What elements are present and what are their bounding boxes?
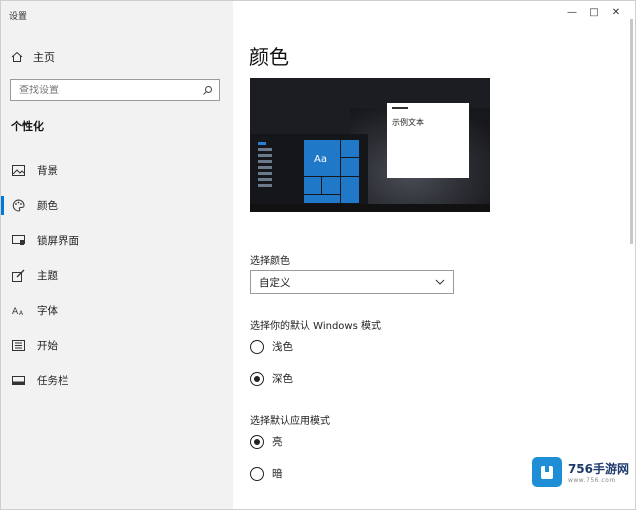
windows-mode-label: 选择你的默认 Windows 模式 [250,321,381,332]
sidebar-item-label: 任务栏 [37,375,69,387]
choose-color-dropdown[interactable]: 自定义 [250,270,454,294]
radio-app-dark[interactable]: 暗 [250,466,283,481]
sidebar-item-label: 背景 [37,165,58,177]
section-title: 个性化 [11,120,44,133]
settings-window: 设置 主页 个性化 背景 颜色 锁屏界面 主题 [0,0,636,510]
radio-windows-dark[interactable]: 深色 [250,371,293,386]
radio-button-selected[interactable] [250,434,264,449]
sidebar-nav: 背景 颜色 锁屏界面 主题 AA 字体 开始 任务栏 [1,153,233,398]
home-icon [11,51,23,62]
preview-sample-text: 示例文本 [392,118,424,127]
sidebar-item-label: 锁屏界面 [37,235,79,247]
chevron-down-icon [435,279,445,285]
start-menu-icon [11,339,25,353]
preview-sample-window: 示例文本 [387,103,469,178]
radio-label: 深色 [272,373,293,385]
watermark-subtitle: www.756.com [567,477,616,484]
sidebar-item-lock-screen[interactable]: 锁屏界面 [1,223,233,258]
radio-label: 暗 [272,468,283,480]
svg-text:A: A [19,310,24,316]
radio-app-light[interactable]: 亮 [250,434,283,449]
watermark-logo-icon [531,457,562,487]
radio-label: 亮 [272,436,283,448]
search-icon[interactable] [202,85,213,96]
svg-text:A: A [12,307,19,316]
maximize-button[interactable]: □ [583,5,605,19]
sidebar-item-themes[interactable]: 主题 [1,258,233,293]
preview-start-list [258,142,278,190]
home-label: 主页 [33,51,55,64]
preview-taskbar [250,204,490,212]
search-input[interactable] [19,84,189,96]
sidebar-item-colors[interactable]: 颜色 [1,188,233,223]
home-nav-item[interactable]: 主页 [11,49,55,65]
sidebar-item-background[interactable]: 背景 [1,153,233,188]
app-mode-label: 选择默认应用模式 [250,416,330,427]
lock-screen-icon [11,234,25,248]
sidebar-item-fonts[interactable]: AA 字体 [1,293,233,328]
sidebar-item-start[interactable]: 开始 [1,328,233,363]
preview-tiles: Aa [304,140,359,203]
page-title: 颜色 [249,45,289,69]
sidebar-item-label: 颜色 [37,200,58,212]
watermark-title: 756手游网 [567,462,629,476]
color-preview: Aa 示例文本 [250,78,490,212]
sidebar-item-label: 开始 [37,340,58,352]
sidebar-item-label: 字体 [37,305,58,317]
watermark: 756手游网 www.756.com [531,457,629,487]
preview-tile-text: Aa [314,154,327,165]
sidebar-item-taskbar[interactable]: 任务栏 [1,363,233,398]
dropdown-value: 自定义 [259,276,291,289]
search-box[interactable] [10,79,220,101]
radio-button[interactable] [250,339,264,354]
radio-button-selected[interactable] [250,371,264,386]
taskbar-icon [11,374,25,388]
brush-icon [11,269,25,283]
picture-icon [11,164,25,178]
minimize-button[interactable]: — [561,5,583,19]
sidebar: 设置 主页 个性化 背景 颜色 锁屏界面 主题 [1,1,233,509]
window-controls: — □ ✕ [561,5,627,19]
main-content: — □ ✕ 颜色 Aa 示例文本 选择颜色 自定义 选择你的默认 Windows… [233,1,635,509]
radio-windows-light[interactable]: 浅色 [250,339,293,354]
palette-icon [11,199,25,213]
sidebar-item-label: 主题 [37,270,58,282]
close-button[interactable]: ✕ [605,5,627,19]
choose-color-label: 选择颜色 [250,256,290,267]
radio-button[interactable] [250,466,264,481]
scrollbar[interactable] [630,19,633,244]
font-icon: AA [11,304,25,318]
radio-label: 浅色 [272,341,293,353]
app-title: 设置 [9,12,28,22]
